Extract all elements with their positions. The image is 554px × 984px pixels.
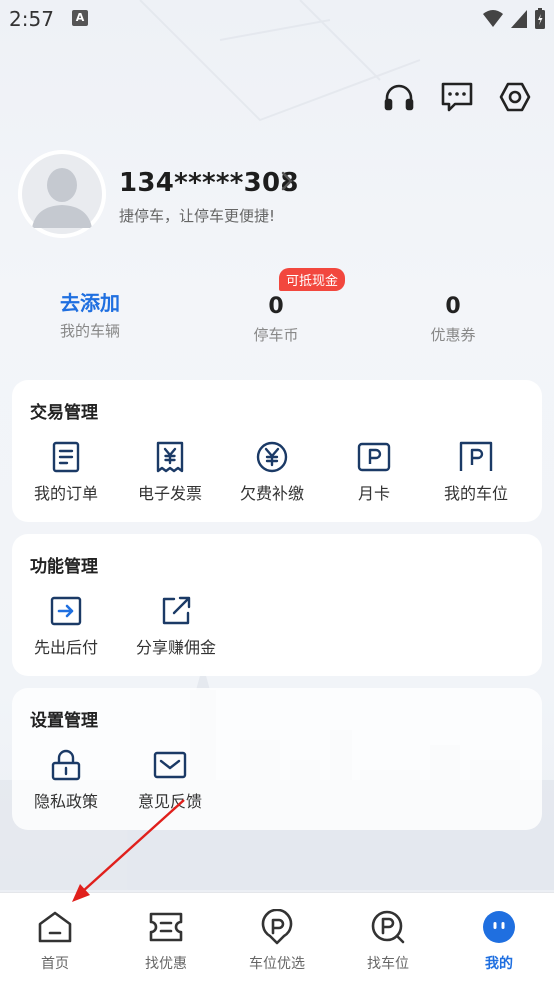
settings-icon[interactable] xyxy=(498,80,532,114)
avatar[interactable] xyxy=(18,150,106,238)
ticket-icon xyxy=(146,907,186,947)
grid-item-exit-first-pay-later[interactable]: 先出后付 xyxy=(14,594,118,658)
stat-label: 停车币 xyxy=(253,326,299,344)
wifi-icon xyxy=(483,10,503,27)
card-settings-management: 设置管理 隐私政策 意见反馈 xyxy=(12,688,542,830)
grid-label: 意见反馈 xyxy=(137,792,202,811)
stats-row: 可抵现金 去添加 我的车辆 0 停车币 0 优惠券 xyxy=(10,268,544,358)
lock-icon xyxy=(49,748,83,782)
card-title: 交易管理 xyxy=(30,403,98,423)
grid-item-feedback[interactable]: 意见反馈 xyxy=(118,748,222,812)
stat-parking-coins[interactable]: 0 停车币 xyxy=(196,292,356,345)
tab-label: 我的 xyxy=(485,956,513,972)
card-trade-management: 交易管理 我的订单 电子发票 欠费补缴 月卡 我的车位 xyxy=(12,380,542,522)
profile-section: 134*****308 捷停车，让停车更便捷! xyxy=(18,150,538,240)
grid-label: 我的订单 xyxy=(33,484,98,503)
notification-icon: A xyxy=(72,10,88,26)
parking-card-icon xyxy=(357,440,391,474)
card-function-management: 功能管理 先出后付 分享赚佣金 xyxy=(12,534,542,676)
tab-label: 首页 xyxy=(41,956,69,972)
status-time: 2:57 xyxy=(9,7,54,31)
order-icon xyxy=(49,440,83,474)
grid-item-my-parking-spot[interactable]: 我的车位 xyxy=(424,440,528,504)
chevron-right-icon[interactable] xyxy=(280,170,294,192)
share-icon xyxy=(159,594,193,628)
tab-label: 找优惠 xyxy=(145,956,187,972)
bottom-tab-bar: 首页 找优惠 车位优选 找车位 我的 xyxy=(0,892,554,984)
cash-badge: 可抵现金 xyxy=(279,268,346,291)
profile-icon xyxy=(479,907,519,947)
home-icon xyxy=(35,907,75,947)
header-actions xyxy=(382,80,532,114)
battery-icon xyxy=(535,8,545,29)
stat-coupons[interactable]: 0 优惠券 xyxy=(373,292,533,345)
tab-find-spot[interactable]: 找车位 xyxy=(333,907,443,973)
card-title: 设置管理 xyxy=(30,711,98,731)
invoice-icon xyxy=(153,440,187,474)
grid-item-arrears-payment[interactable]: 欠费补缴 xyxy=(220,440,324,504)
grid-label: 欠费补缴 xyxy=(239,484,304,503)
stat-value: 0 xyxy=(268,294,284,319)
status-bar: 2:57 A xyxy=(0,0,554,38)
mail-icon xyxy=(153,748,187,782)
grid-label: 分享赚佣金 xyxy=(135,638,216,657)
stat-label: 我的车辆 xyxy=(59,322,120,340)
tab-label: 找车位 xyxy=(367,956,409,972)
stat-label: 优惠券 xyxy=(430,326,476,344)
signal-icon xyxy=(511,10,527,28)
tab-home[interactable]: 首页 xyxy=(0,907,110,973)
yuan-coin-icon xyxy=(255,440,289,474)
message-icon[interactable] xyxy=(440,80,474,114)
phone-number[interactable]: 134*****308 xyxy=(119,168,299,198)
stat-value: 去添加 xyxy=(60,291,120,315)
parking-spot-icon xyxy=(459,440,493,474)
tab-spot-picks[interactable]: 车位优选 xyxy=(222,907,332,973)
card-title: 功能管理 xyxy=(30,557,98,577)
slogan: 捷停车，让停车更便捷! xyxy=(119,207,276,225)
grid-item-privacy-policy[interactable]: 隐私政策 xyxy=(14,748,118,812)
search-p-icon xyxy=(368,907,408,947)
headset-icon[interactable] xyxy=(382,80,416,114)
status-icons xyxy=(482,8,546,30)
grid-label: 月卡 xyxy=(357,484,390,503)
exit-arrow-icon xyxy=(49,594,83,628)
grid-item-my-orders[interactable]: 我的订单 xyxy=(14,440,118,504)
tab-deals[interactable]: 找优惠 xyxy=(111,907,221,973)
grid-label: 电子发票 xyxy=(137,484,202,503)
grid-item-e-invoice[interactable]: 电子发票 xyxy=(118,440,222,504)
grid-label: 我的车位 xyxy=(443,484,508,503)
location-p-icon xyxy=(257,907,297,947)
stat-my-vehicle[interactable]: 去添加 我的车辆 xyxy=(10,288,170,341)
grid-item-share-commission[interactable]: 分享赚佣金 xyxy=(124,594,228,658)
grid-item-monthly-card[interactable]: 月卡 xyxy=(322,440,426,504)
grid-label: 先出后付 xyxy=(33,638,98,657)
grid-label: 隐私政策 xyxy=(33,792,98,811)
tab-label: 车位优选 xyxy=(249,956,305,972)
tab-mine[interactable]: 我的 xyxy=(444,907,554,973)
stat-value: 0 xyxy=(445,294,461,319)
